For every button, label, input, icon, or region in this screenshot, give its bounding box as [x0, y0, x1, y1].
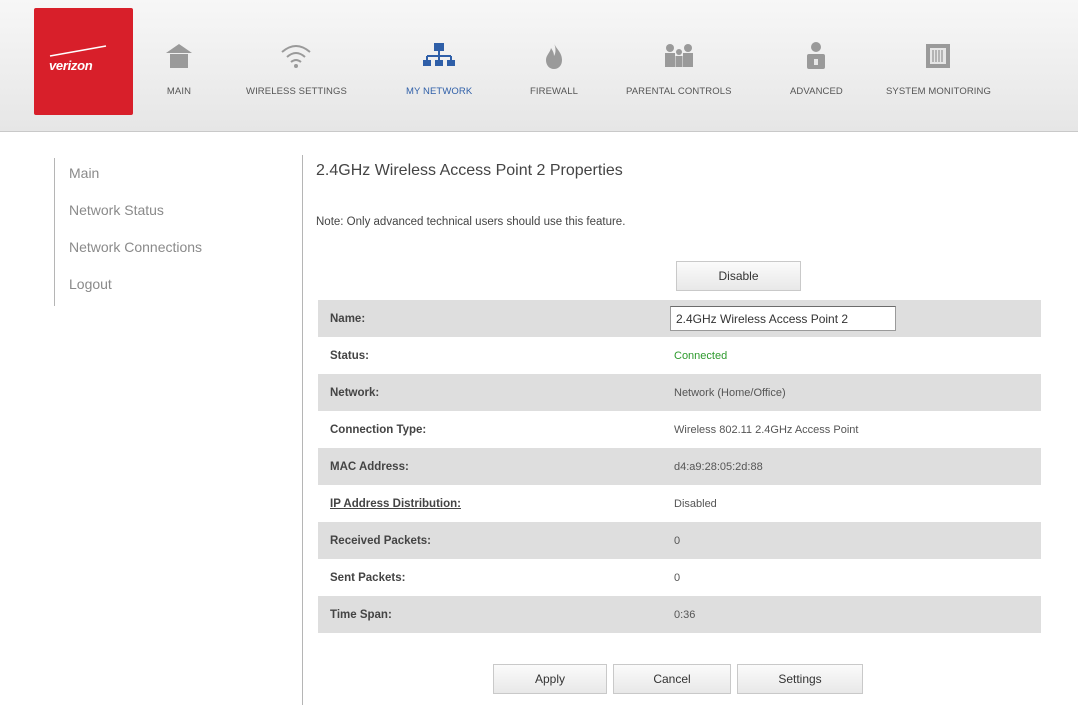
- properties-table: Name: Status: Connected Network: Network…: [318, 300, 1041, 633]
- content-divider: [302, 155, 303, 705]
- sidebar-item-network-status[interactable]: Network Status: [55, 195, 254, 232]
- logo-text: verizon: [49, 58, 93, 73]
- apply-button[interactable]: Apply: [493, 664, 607, 694]
- table-row-network: Network: Network (Home/Office): [318, 374, 1041, 411]
- received-packets-label: Received Packets:: [330, 534, 432, 547]
- flame-icon: [542, 38, 566, 74]
- nav-advanced[interactable]: ADVANCED: [790, 38, 843, 108]
- network-label: Network:: [330, 386, 380, 399]
- sidebar-item-main[interactable]: Main: [55, 158, 254, 195]
- nav-label: MY NETWORK: [406, 86, 473, 97]
- person-lock-icon: [804, 38, 828, 74]
- sidebar-item-logout[interactable]: Logout: [55, 269, 254, 306]
- connection-type-label: Connection Type:: [330, 423, 427, 436]
- home-icon: [164, 38, 194, 74]
- nav-parental-controls[interactable]: PARENTAL CONTROLS: [626, 38, 732, 108]
- wifi-icon: [279, 38, 313, 74]
- table-row-ip-distribution: IP Address Distribution: Disabled: [318, 485, 1041, 522]
- nav-label: WIRELESS SETTINGS: [246, 86, 347, 97]
- sidebar-item-network-connections[interactable]: Network Connections: [55, 232, 254, 269]
- nav-firewall[interactable]: FIREWALL: [530, 38, 578, 108]
- network-value: Network (Home/Office): [674, 386, 786, 399]
- mac-address-label: MAC Address:: [330, 460, 409, 473]
- name-input[interactable]: [670, 306, 896, 331]
- ip-distribution-value: Disabled: [674, 497, 717, 510]
- nav-main[interactable]: MAIN: [164, 38, 194, 108]
- nav-wireless-settings[interactable]: WIRELESS SETTINGS: [246, 38, 347, 108]
- time-span-value: 0:36: [674, 608, 696, 621]
- nav-label: FIREWALL: [530, 86, 578, 97]
- received-packets-value: 0: [674, 534, 681, 547]
- name-value-cell: [670, 306, 1041, 331]
- status-value: Connected: [674, 349, 728, 362]
- time-span-label: Time Span:: [330, 608, 392, 621]
- nav-system-monitoring[interactable]: SYSTEM MONITORING: [886, 38, 991, 108]
- table-row-connection-type: Connection Type: Wireless 802.11 2.4GHz …: [318, 411, 1041, 448]
- sidebar-menu: Main Network Status Network Connections …: [54, 158, 254, 306]
- status-label: Status:: [330, 349, 369, 362]
- top-navigation-bar: verizon MAIN WIRELESS SETTINGS MY NETWOR…: [0, 0, 1078, 132]
- table-row-sent-packets: Sent Packets: 0: [318, 559, 1041, 596]
- advanced-users-note: Note: Only advanced technical users shou…: [316, 216, 626, 228]
- settings-button[interactable]: Settings: [737, 664, 863, 694]
- ip-distribution-link[interactable]: IP Address Distribution:: [318, 498, 674, 510]
- monitor-icon: [923, 38, 953, 74]
- table-row-mac-address: MAC Address: d4:a9:28:05:2d:88: [318, 448, 1041, 485]
- page-title: 2.4GHz Wireless Access Point 2 Propertie…: [316, 162, 623, 179]
- nav-my-network[interactable]: MY NETWORK: [406, 38, 472, 108]
- table-row-status: Status: Connected: [318, 337, 1041, 374]
- network-icon: [423, 38, 456, 74]
- disable-button[interactable]: Disable: [676, 261, 801, 291]
- table-row-name: Name:: [318, 300, 1041, 337]
- nav-label: MAIN: [166, 86, 192, 97]
- sent-packets-value: 0: [674, 571, 681, 584]
- table-row-time-span: Time Span: 0:36: [318, 596, 1041, 633]
- table-row-received-packets: Received Packets: 0: [318, 522, 1041, 559]
- nav-label: ADVANCED: [790, 86, 843, 97]
- nav-label: SYSTEM MONITORING: [886, 86, 991, 97]
- mac-address-value: d4:a9:28:05:2d:88: [674, 460, 763, 473]
- family-icon: [661, 38, 697, 74]
- cancel-button[interactable]: Cancel: [613, 664, 731, 694]
- connection-type-value: Wireless 802.11 2.4GHz Access Point: [674, 423, 859, 436]
- sent-packets-label: Sent Packets:: [330, 571, 406, 584]
- name-label: Name:: [330, 312, 366, 325]
- verizon-logo[interactable]: verizon: [34, 8, 133, 115]
- nav-label: PARENTAL CONTROLS: [626, 86, 732, 97]
